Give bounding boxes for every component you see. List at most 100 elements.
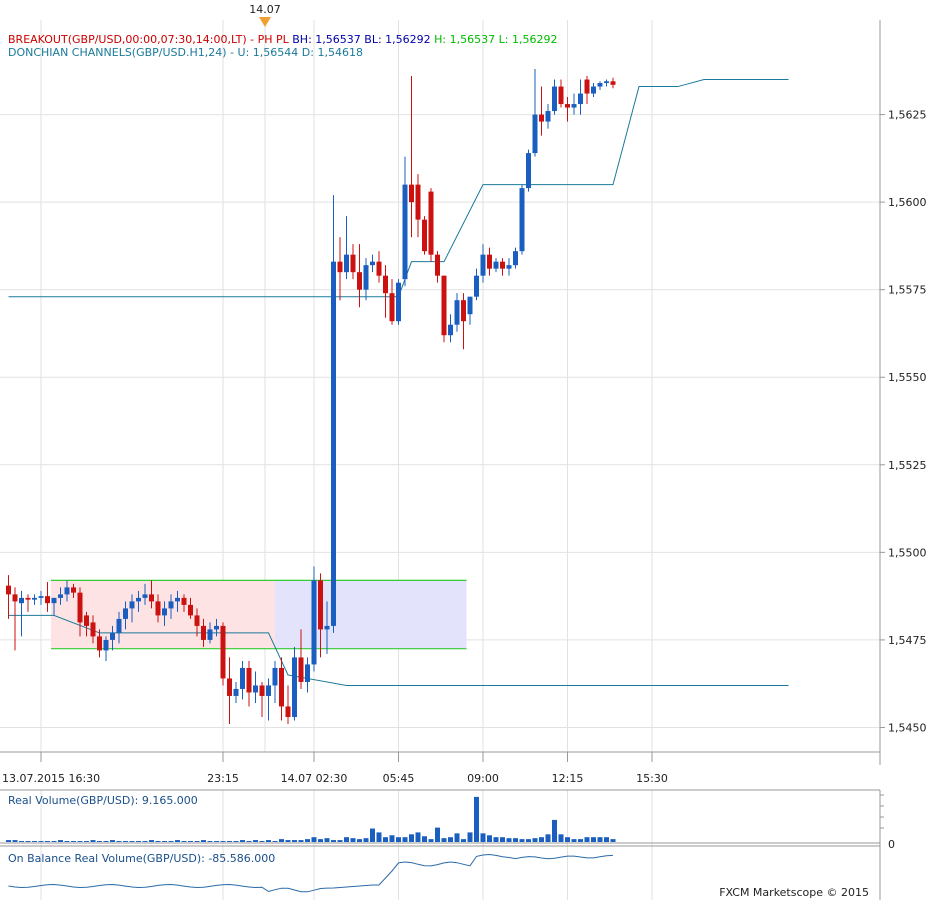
volume-label: Real Volume(GBP/USD): 9.165.000 — [8, 794, 198, 807]
post-breakout-box — [275, 580, 467, 649]
candle — [305, 657, 310, 693]
volume-bar — [487, 835, 492, 842]
candle-body — [545, 111, 551, 122]
volume-bar — [584, 837, 590, 842]
x-tick-label: 13.07.2015 16:30 — [2, 772, 100, 785]
x-tick-label: 05:45 — [383, 772, 415, 785]
candle — [597, 81, 603, 91]
candle-body — [467, 296, 473, 315]
volume-bar — [591, 837, 596, 842]
volume-bar — [506, 838, 512, 842]
indicator-value: BH: 1,56537 — [292, 33, 364, 46]
indicator-legend-line: BREAKOUT(GBP/USD,00:00,07:30,14:00,LT) -… — [8, 33, 557, 46]
volume-bar — [363, 838, 369, 842]
candle-body — [116, 618, 122, 633]
indicator-value: D: 1,54618 — [302, 46, 363, 59]
candle — [253, 671, 258, 703]
candle-body — [272, 667, 278, 686]
volume-bar — [493, 837, 499, 842]
volume-bar — [337, 840, 343, 842]
volume-bar — [272, 841, 278, 842]
candle-body — [513, 251, 518, 266]
candle — [233, 681, 239, 703]
candle-body — [584, 79, 590, 94]
candle — [266, 678, 271, 721]
candle-body — [474, 275, 479, 297]
volume-bar — [64, 841, 70, 842]
candle-body — [292, 657, 297, 717]
volume-bar — [90, 840, 96, 842]
volume-bar — [38, 841, 44, 842]
candle-body — [175, 597, 180, 602]
volume-bar — [58, 840, 63, 842]
candle — [526, 149, 531, 192]
volume-bar — [71, 841, 76, 842]
candle — [474, 268, 479, 301]
candle-body — [181, 597, 187, 605]
volume-bar — [604, 837, 609, 842]
candle — [487, 247, 492, 276]
candle-body — [123, 608, 128, 619]
candle-body — [506, 265, 512, 269]
volume-bar — [246, 841, 252, 842]
candle-body — [285, 706, 291, 717]
candle — [344, 216, 349, 280]
candle-body — [84, 615, 89, 626]
candle-body — [188, 604, 193, 616]
volume-bar — [435, 827, 440, 842]
candle-body — [344, 254, 349, 273]
volume-bar — [214, 841, 219, 842]
volume-bar — [467, 832, 473, 842]
volume-bar — [305, 839, 310, 842]
volume-bar — [552, 819, 557, 842]
y-tick-label: 1,5525 — [888, 459, 927, 472]
candle — [32, 594, 37, 605]
candle-body — [207, 629, 213, 640]
candle — [357, 244, 362, 308]
candle-body — [110, 632, 115, 640]
axis-layer: 1,5450 1,5475 1,5500 1,5525 1,5550 1,5575 1,56… — [0, 20, 927, 785]
candle — [279, 657, 284, 721]
volume-bar — [480, 833, 486, 842]
candle-body — [552, 86, 557, 112]
candle — [480, 244, 486, 283]
candle-body — [493, 261, 499, 269]
volume-bar — [84, 841, 89, 842]
volume-bar — [12, 840, 18, 842]
candle — [25, 594, 31, 612]
candle — [604, 79, 609, 87]
x-tick-label: 12:15 — [552, 772, 584, 785]
candle-body — [487, 254, 492, 269]
candle — [292, 646, 297, 721]
volume-bar — [409, 834, 414, 842]
candle — [363, 258, 369, 301]
candle-body — [227, 678, 232, 696]
top-marker-triangle-icon — [259, 17, 271, 27]
candle — [12, 587, 18, 651]
candle-body — [454, 300, 460, 325]
candle-body — [279, 667, 284, 707]
candle-body — [162, 608, 167, 616]
volume-bar — [454, 833, 460, 842]
volume-bar — [545, 834, 551, 842]
volume-bar — [610, 839, 616, 842]
volume-bar — [448, 837, 453, 842]
candle-body — [441, 275, 447, 336]
candle — [500, 258, 505, 276]
candle — [6, 575, 11, 619]
candle-body — [610, 81, 616, 85]
candle — [519, 184, 525, 255]
candle-body — [305, 664, 310, 682]
volume-bar — [324, 838, 330, 842]
candle-body — [396, 282, 401, 322]
volume-bar — [6, 840, 11, 842]
candle — [506, 258, 512, 276]
volume-bar — [103, 841, 109, 842]
candle-body — [259, 685, 265, 696]
candle-body — [565, 104, 570, 108]
volume-bar — [558, 834, 564, 842]
candle-body — [370, 261, 375, 266]
volume-bar — [357, 839, 362, 842]
candle — [259, 681, 265, 717]
volume-bar — [129, 841, 135, 842]
